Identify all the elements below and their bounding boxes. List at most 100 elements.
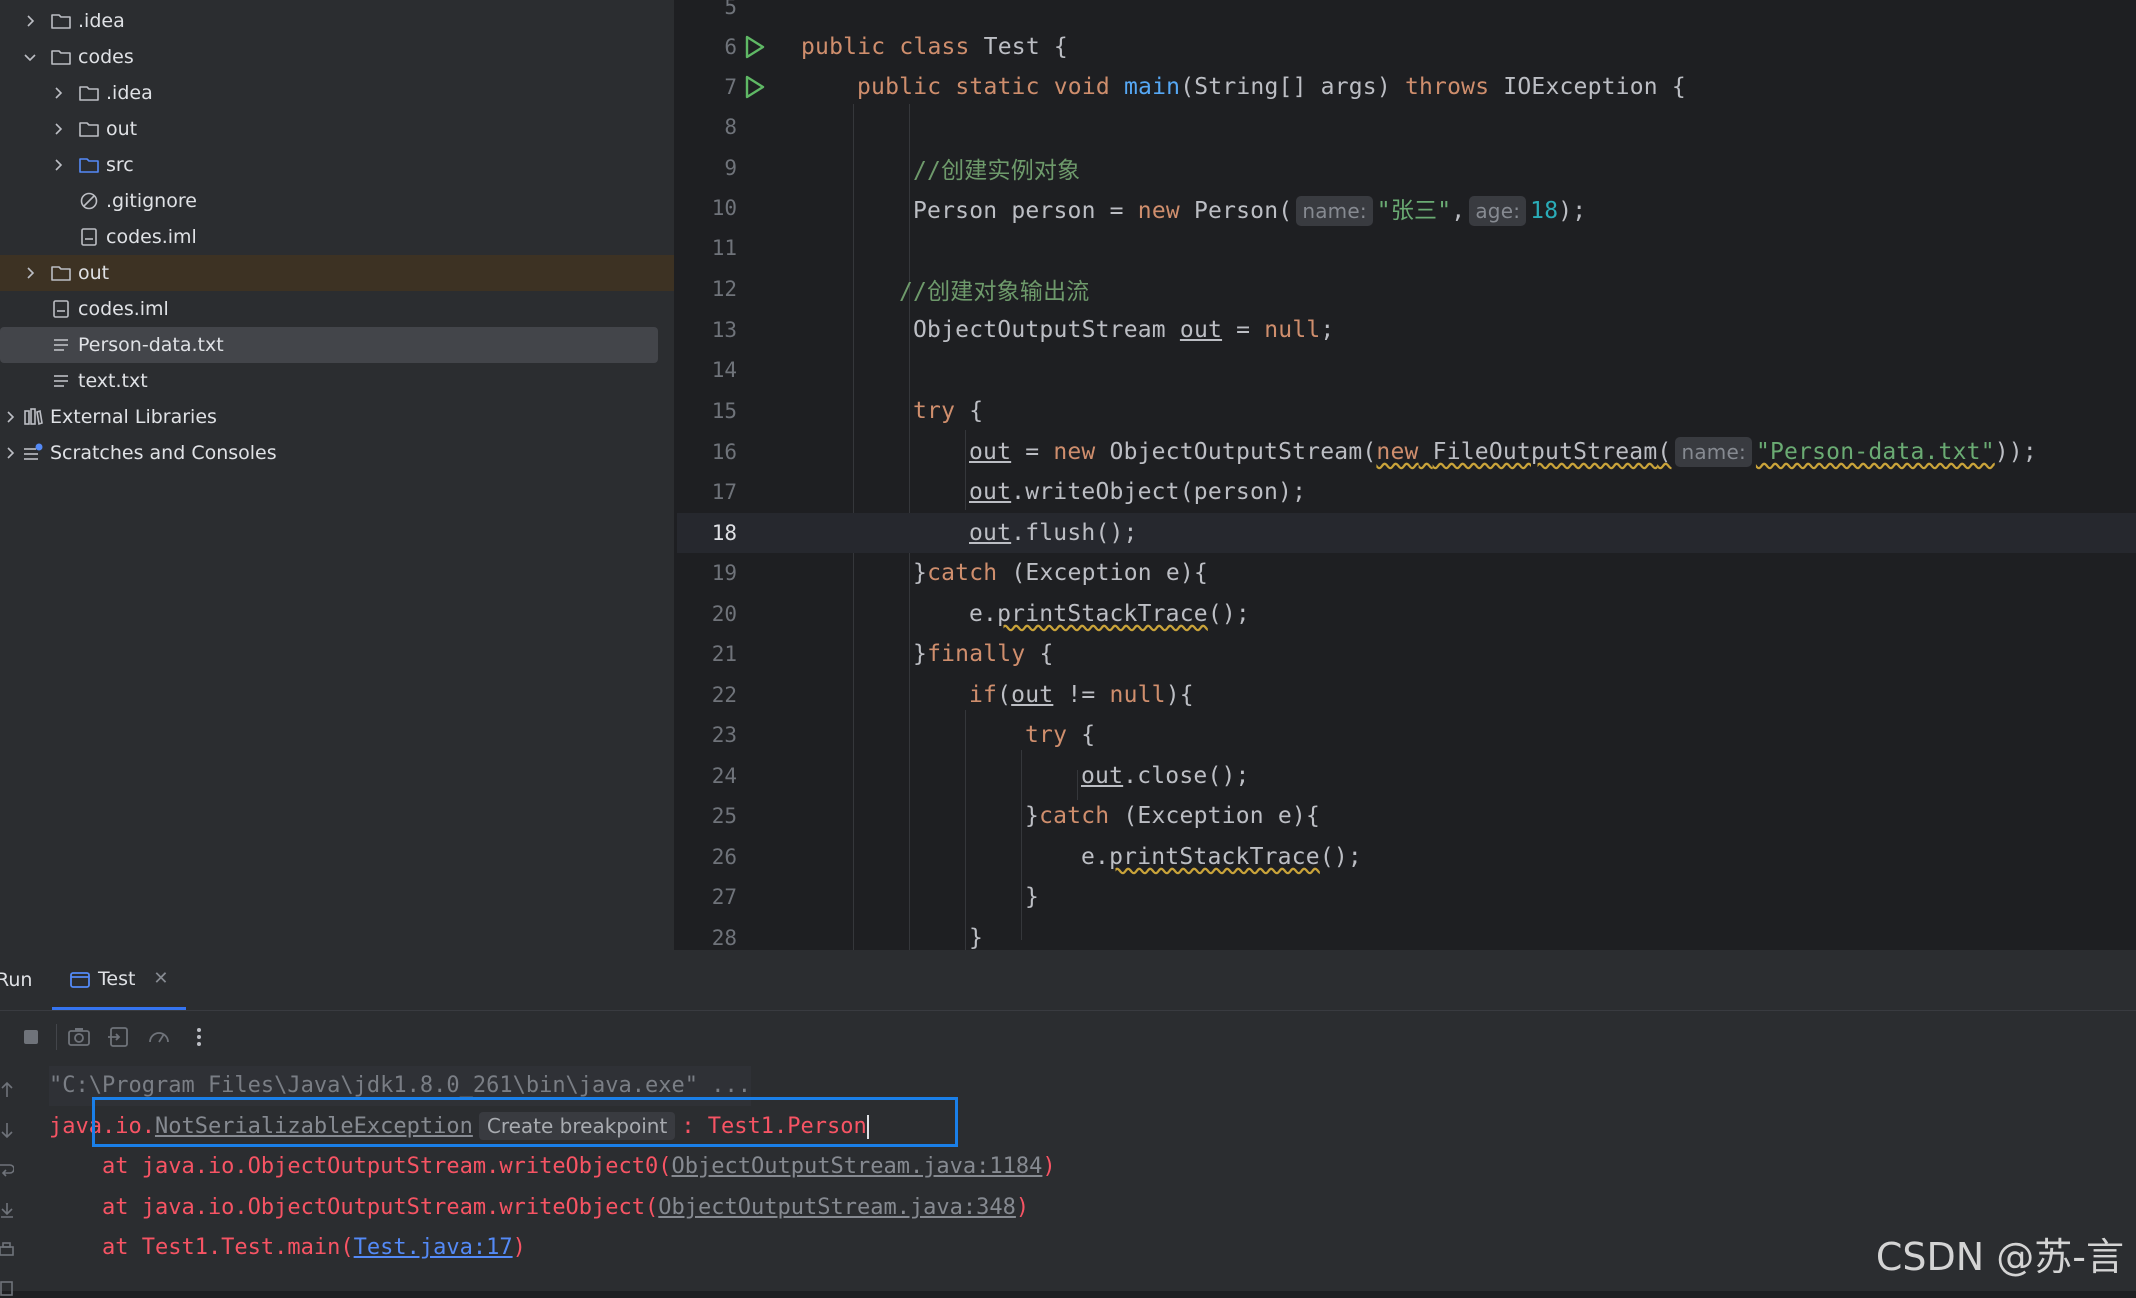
code-text: //创建对象输出流 xyxy=(899,272,1090,306)
token: out xyxy=(1081,763,1124,789)
token: out xyxy=(1011,682,1054,708)
rerun-stats-icon[interactable] xyxy=(146,1024,172,1050)
down-arrow-icon[interactable] xyxy=(0,1120,14,1140)
trace-link[interactable]: ObjectOutputStream.java:1184 xyxy=(672,1154,1043,1179)
token: "Person-data.txt" xyxy=(1755,439,1995,465)
token: } xyxy=(969,925,984,950)
tree-item[interactable]: .idea xyxy=(0,3,658,39)
current-line: 18 out.flush(); xyxy=(677,513,2136,553)
line-number: 7 xyxy=(724,75,737,99)
tree-item-label: .idea xyxy=(78,10,125,32)
line-number: 10 xyxy=(711,196,737,220)
code-text: out.writeObject(person); xyxy=(969,479,1306,505)
tree-item-label: codes xyxy=(78,46,134,68)
camera-icon[interactable] xyxy=(66,1024,92,1050)
line-number: 21 xyxy=(711,642,737,666)
tree-item-label: External Libraries xyxy=(50,406,217,428)
comment: //创建实例对象 xyxy=(913,158,1081,184)
chevron-down-icon[interactable] xyxy=(22,49,38,65)
tree-item[interactable]: Scratches and Consoles xyxy=(0,435,658,471)
token: catch xyxy=(927,560,998,586)
chevron-right-icon[interactable] xyxy=(22,13,38,29)
tree-item[interactable]: Person-data.txt xyxy=(0,327,658,363)
tree-item[interactable]: codes.iml xyxy=(0,219,658,255)
chevron-right-icon[interactable] xyxy=(22,265,38,281)
code-text: e.printStackTrace(); xyxy=(1081,844,1362,870)
token: out xyxy=(969,520,1012,546)
scroll-to-end-icon[interactable] xyxy=(0,1200,14,1220)
close-tab-icon[interactable]: ✕ xyxy=(153,968,168,989)
code-line: 22 if(out != null){ xyxy=(677,675,2136,715)
token: if xyxy=(969,682,998,708)
token: printStackTrace xyxy=(1109,844,1320,870)
token: out xyxy=(969,479,1012,505)
line-number: 24 xyxy=(711,764,737,788)
clear-all-icon[interactable] xyxy=(0,1278,14,1298)
text-file-icon xyxy=(50,335,72,355)
print-icon[interactable] xyxy=(0,1240,14,1260)
code-text: } xyxy=(969,925,983,950)
tab-test[interactable]: Test ✕ xyxy=(52,950,186,1010)
code-line: 25 }catch (Exception e){ xyxy=(677,796,2136,836)
line-number: 13 xyxy=(711,318,737,342)
token: ( xyxy=(997,682,1012,708)
restore-layout-icon[interactable] xyxy=(106,1024,132,1050)
token: new xyxy=(1137,197,1180,224)
stop-icon[interactable] xyxy=(18,1024,44,1050)
more-options-icon[interactable] xyxy=(186,1024,212,1050)
token: null xyxy=(1109,682,1166,708)
token: throws xyxy=(1404,74,1490,100)
line-number: 20 xyxy=(711,602,737,626)
code-text: ObjectOutputStream out = null; xyxy=(913,317,1334,343)
tree-item[interactable]: .idea xyxy=(0,75,658,111)
tab-label: Test xyxy=(98,967,136,990)
chevron-right-icon[interactable] xyxy=(50,157,66,173)
tree-item[interactable]: src xyxy=(0,147,658,183)
tree-item[interactable]: codes xyxy=(0,39,658,75)
code-line: 15 try { xyxy=(677,391,2136,431)
code-editor[interactable]: 5 6 public class Test { 7 public static … xyxy=(677,0,2136,950)
trace-text: at Test1.Test.main( xyxy=(49,1235,354,1260)
parameter-hint: name: xyxy=(1296,195,1373,226)
tree-item-label: text.txt xyxy=(78,370,148,392)
text-file-icon xyxy=(50,371,72,391)
token: { xyxy=(955,398,984,424)
watermark: CSDN @苏-言 xyxy=(1875,1235,2124,1279)
line-number: 22 xyxy=(711,683,737,707)
run-method-icon[interactable] xyxy=(741,74,767,100)
trace-link[interactable]: ObjectOutputStream.java:348 xyxy=(658,1195,1016,1220)
tree-item[interactable]: out xyxy=(0,255,674,291)
up-arrow-icon[interactable] xyxy=(0,1080,14,1100)
token: } xyxy=(1025,884,1040,910)
tree-item[interactable]: codes.iml xyxy=(0,291,658,327)
soft-wrap-icon[interactable] xyxy=(0,1160,14,1180)
chevron-right-icon[interactable] xyxy=(2,445,18,461)
token: try xyxy=(1025,722,1068,748)
code-line: 14 xyxy=(677,350,2136,390)
line-number: 28 xyxy=(711,926,737,950)
trace-link[interactable]: Test.java:17 xyxy=(354,1235,513,1260)
trace-text: ) xyxy=(512,1235,526,1260)
token: = xyxy=(1222,317,1265,343)
libraries-icon xyxy=(22,407,44,427)
line-number: 23 xyxy=(711,723,737,747)
tree-item[interactable]: External Libraries xyxy=(0,399,658,435)
tree-item[interactable]: text.txt xyxy=(0,363,658,399)
folder-icon xyxy=(78,83,100,103)
line-number: 8 xyxy=(724,115,737,139)
chevron-right-icon[interactable] xyxy=(2,409,18,425)
chevron-right-icon[interactable] xyxy=(50,85,66,101)
tree-item[interactable]: .gitignore xyxy=(0,183,658,219)
token: FileOutputStream xyxy=(1432,439,1658,465)
code-line: 21 }finally { xyxy=(677,634,2136,674)
token: "张三" xyxy=(1376,197,1452,224)
code-line: 8 xyxy=(677,107,2136,147)
chevron-right-icon[interactable] xyxy=(50,121,66,137)
tree-item[interactable]: out xyxy=(0,111,658,147)
token: ObjectOutputStream( xyxy=(1095,439,1377,465)
run-class-icon[interactable] xyxy=(741,34,767,60)
